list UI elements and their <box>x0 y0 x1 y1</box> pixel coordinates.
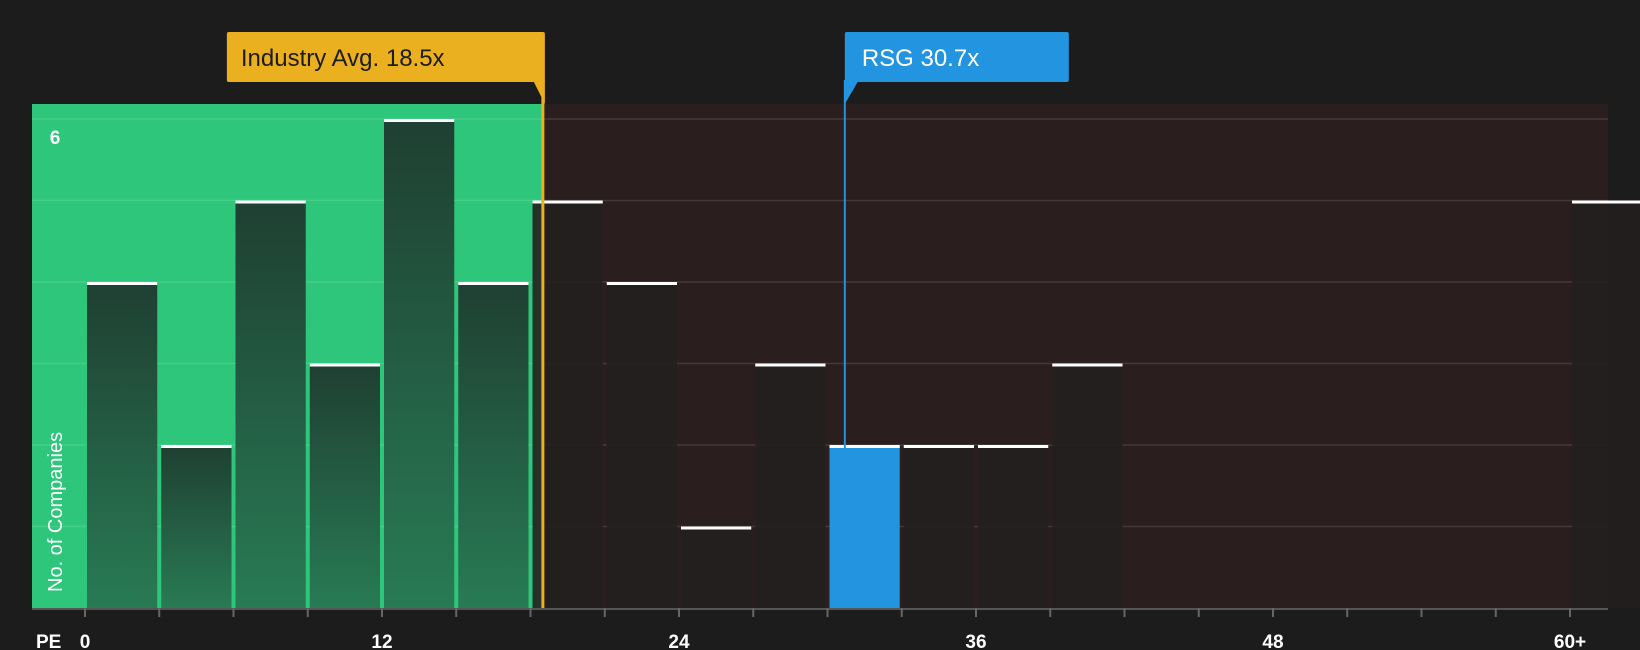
histogram-bar <box>384 119 455 608</box>
x-tick-label: 60+ <box>1554 632 1586 650</box>
industry-avg-pointer <box>532 80 545 104</box>
x-axis-label: PE <box>36 632 61 650</box>
histogram-bar <box>1052 363 1123 608</box>
histogram-bar <box>755 363 826 608</box>
histogram-bar <box>235 200 306 608</box>
histogram-bar <box>458 282 529 608</box>
histogram-bar <box>903 445 974 608</box>
industry-avg-label: Industry Avg. 18.5x <box>241 45 445 72</box>
x-tick-label: 0 <box>80 632 91 650</box>
pe-distribution-chart: PE 0 12 24 36 48 60+ 6 No. of Companies Indus… <box>32 32 1640 650</box>
x-tick-label: 12 <box>371 632 392 650</box>
y-axis-label: No. of Companies <box>45 432 67 592</box>
histogram-bar <box>161 445 232 608</box>
rsg-label: RSG 30.7x <box>862 45 979 72</box>
x-tick-label: 24 <box>668 632 690 650</box>
rsg-pointer <box>844 80 859 104</box>
x-tick-label: 48 <box>1262 632 1283 650</box>
histogram-bar <box>681 526 752 608</box>
histogram-bar <box>606 282 677 608</box>
x-axis-ticks: 0 12 24 36 48 60+ <box>80 608 1586 650</box>
x-axis: PE <box>32 608 1608 650</box>
histogram-bar <box>87 282 158 608</box>
x-tick-label: 36 <box>965 632 986 650</box>
histogram-bar <box>1572 200 1640 608</box>
histogram-bar <box>829 445 900 608</box>
histogram-bar <box>309 363 380 608</box>
y-tick-label: 6 <box>50 128 61 149</box>
histogram-bar <box>978 445 1049 608</box>
